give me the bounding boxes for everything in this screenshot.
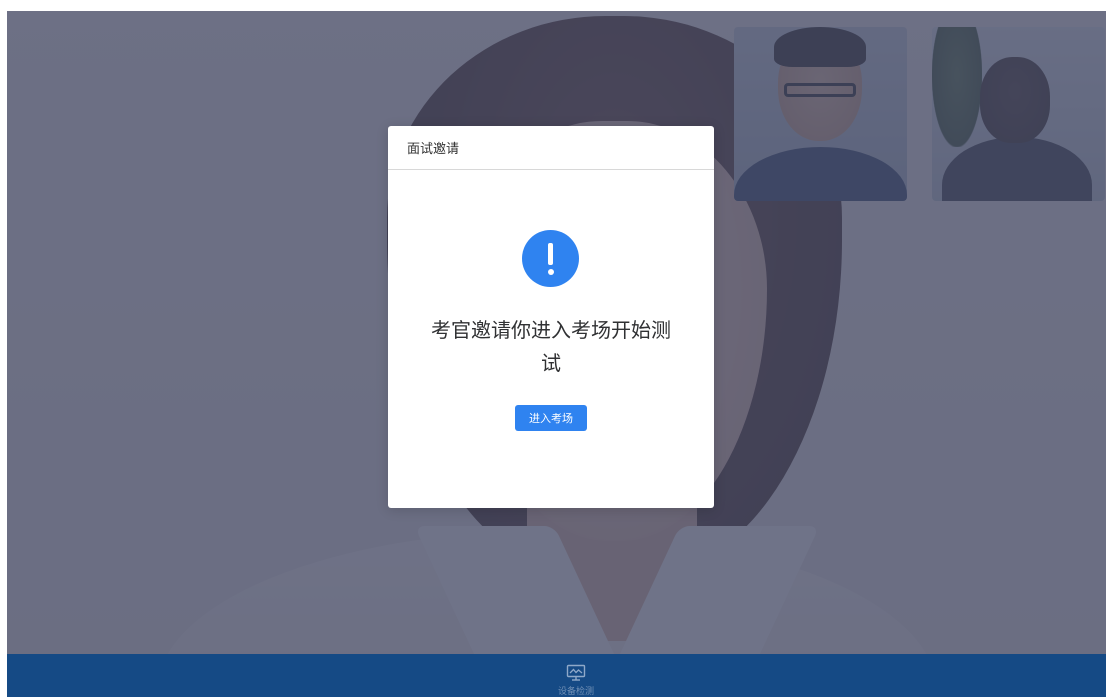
dialog-header: 面试邀请 <box>388 126 714 170</box>
dialog-message: 考官邀请你进入考场开始测试 <box>431 318 671 375</box>
enter-exam-room-button[interactable]: 进入考场 <box>515 405 587 431</box>
monitor-icon <box>566 664 586 681</box>
bottom-toolbar: 设备检测 <box>7 654 1106 697</box>
device-check-button[interactable]: 设备检测 <box>541 654 611 697</box>
dialog-title: 面试邀请 <box>407 142 460 157</box>
exclamation-dot <box>547 269 554 275</box>
interview-invitation-dialog: 面试邀请 考官邀请你进入考场开始测试 进入考场 <box>388 126 714 508</box>
device-check-label: 设备检测 <box>557 687 594 697</box>
exclamation-icon <box>522 230 579 287</box>
exclamation-bar <box>548 243 553 265</box>
